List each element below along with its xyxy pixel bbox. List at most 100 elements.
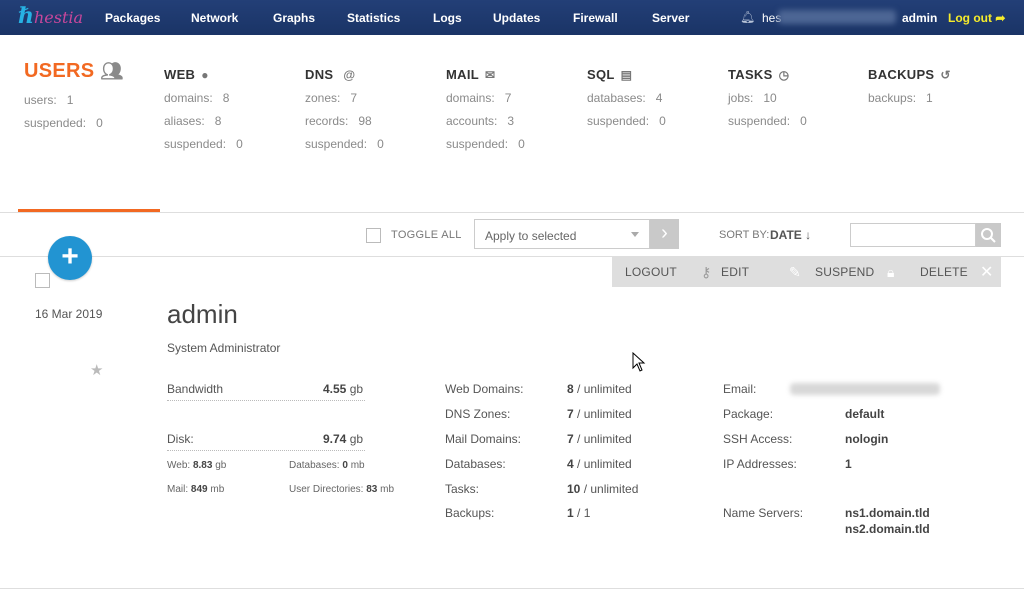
package-value: default — [845, 407, 885, 421]
apply-button[interactable]: › — [650, 219, 679, 249]
stat-label: accounts: — [446, 114, 498, 128]
pencil-icon: ✎ — [789, 264, 801, 280]
limit-value: 10 / unlimited — [567, 482, 639, 496]
search-button[interactable] — [976, 223, 1001, 247]
limit-value: 1 / 1 — [567, 506, 591, 520]
stat-label: aliases: — [164, 114, 205, 128]
stat-value: 4 — [655, 91, 663, 105]
stat-label: backups: — [868, 91, 917, 105]
edit-button[interactable]: EDIT ✎ — [721, 257, 811, 287]
stat-label: records: — [305, 114, 349, 128]
stat-value: 0 — [377, 137, 384, 151]
limit-label: Web Domains: — [445, 382, 524, 396]
bulk-action-select[interactable]: Apply to selected — [474, 219, 650, 249]
disk-bar — [167, 450, 365, 451]
package-label: Package: — [723, 407, 774, 421]
stat-tasks-title: TASKS — [728, 67, 773, 82]
top-navbar: ℏhestia Packages Network Graphs Statisti… — [0, 0, 1024, 35]
row-checkbox[interactable] — [35, 273, 50, 288]
restore-icon: ↺ — [940, 68, 951, 82]
disk-databases: Databases: 0 mb — [289, 460, 365, 471]
stat-label: domains: — [164, 91, 213, 105]
mail-icon: ✉ — [484, 68, 496, 82]
nav-firewall[interactable]: Firewall — [573, 11, 618, 25]
stat-value: 3 — [507, 114, 515, 128]
nav-packages[interactable]: Packages — [105, 11, 160, 25]
add-user-button[interactable]: + — [48, 236, 92, 280]
limit-value: 7 / unlimited — [567, 432, 632, 446]
sort-by-label: SORT BY: — [719, 229, 770, 241]
stat-users[interactable]: USERS 👥︎ users: 1 suspended: 0 — [24, 60, 124, 130]
stat-label: users: — [24, 93, 57, 107]
plus-icon: + — [61, 240, 79, 273]
nav-graphs[interactable]: Graphs — [273, 11, 315, 25]
stat-web[interactable]: WEB ● domains: 8 aliases: 8 suspended: 0 — [164, 67, 243, 151]
stat-value: 0 — [659, 114, 666, 128]
stat-value: 7 — [350, 91, 358, 105]
blurred-email — [778, 10, 896, 24]
globe-icon: ● — [201, 68, 209, 82]
stat-backups-title: BACKUPS — [868, 67, 935, 82]
stat-value: 10 — [763, 91, 777, 105]
blurred-email-value — [790, 383, 940, 395]
ip-label: IP Addresses: — [723, 457, 797, 471]
nav-admin-link[interactable]: admin — [902, 11, 937, 25]
stat-label: jobs: — [728, 91, 754, 105]
search-input[interactable] — [850, 223, 976, 247]
stat-label: suspended: — [446, 137, 509, 151]
stat-label: suspended: — [164, 137, 227, 151]
ip-value: 1 — [845, 457, 852, 471]
chevron-down-icon — [631, 232, 639, 237]
stat-dns-title: DNS — [305, 67, 334, 82]
hestia-logo[interactable]: ℏhestia — [18, 3, 83, 33]
limit-value: 4 / unlimited — [567, 457, 632, 471]
bandwidth-bar — [167, 400, 365, 401]
stat-value: 1 — [926, 91, 933, 105]
stat-label: suspended: — [587, 114, 650, 128]
toggle-all-checkbox[interactable] — [366, 228, 381, 243]
user-name: admin — [167, 299, 238, 329]
stat-value: 8 — [222, 91, 230, 105]
stat-mail-title: MAIL — [446, 67, 479, 82]
disk-user-directories: User Directories: 83 mb — [289, 484, 395, 495]
mouse-cursor-icon — [632, 352, 646, 372]
bulk-action-value: Apply to selected — [485, 229, 577, 243]
disk-value: 9.74 gb — [323, 432, 364, 446]
ns-label: Name Servers: — [723, 506, 804, 520]
stat-label: databases: — [587, 91, 646, 105]
stat-value: 8 — [214, 114, 222, 128]
stat-value: 1 — [66, 93, 74, 107]
star-icon[interactable]: ★ — [90, 361, 103, 379]
stat-backups[interactable]: BACKUPS ↺ backups: 1 — [868, 67, 951, 105]
ns2-value: ns2.domain.tld — [845, 522, 930, 536]
nav-updates[interactable]: Updates — [493, 11, 540, 25]
nav-server[interactable]: Server — [652, 11, 689, 25]
stat-dns[interactable]: DNS @ zones: 7 records: 98 suspended: 0 — [305, 67, 384, 151]
logout-as-button[interactable]: LOGOUT ⚷ — [625, 257, 715, 287]
stat-value: 0 — [96, 116, 103, 130]
disk-mail: Mail: 849 mb — [167, 484, 225, 495]
suspend-button[interactable]: SUSPEND 🔒︎ — [815, 257, 905, 287]
stat-mail[interactable]: MAIL ✉ domains: 7 accounts: 3 suspended: 0 — [446, 67, 525, 151]
sort-by-value[interactable]: DATE ↓ — [770, 228, 811, 242]
stat-tasks[interactable]: TASKS ◷ jobs: 10 suspended: 0 — [728, 67, 807, 128]
stat-label: suspended: — [728, 114, 791, 128]
nav-statistics[interactable]: Statistics — [347, 11, 400, 25]
disk-web: Web: 8.83 gb — [167, 460, 227, 471]
stat-sql-title: SQL — [587, 67, 615, 82]
created-date: 16 Mar 2019 — [35, 307, 103, 321]
database-icon: ▤ — [620, 68, 633, 82]
nav-network[interactable]: Network — [191, 11, 238, 25]
stat-sql[interactable]: SQL ▤ databases: 4 suspended: 0 — [587, 67, 666, 128]
stat-users-title: USERS — [24, 60, 95, 82]
delete-button[interactable]: DELETE ✕ — [920, 257, 1000, 287]
ns1-value: ns1.domain.tld — [845, 506, 930, 520]
nav-logs[interactable]: Logs — [433, 11, 462, 25]
limit-label: Mail Domains: — [445, 432, 522, 446]
bell-icon[interactable]: 🔔︎ — [740, 10, 755, 24]
ssh-value: nologin — [845, 432, 889, 446]
logout-arrow-icon: ➦ — [995, 11, 1006, 25]
toggle-all-label[interactable]: TOGGLE ALL — [391, 229, 462, 241]
stat-value: 98 — [358, 114, 372, 128]
logout-link[interactable]: Log out ➦ — [948, 11, 1005, 25]
